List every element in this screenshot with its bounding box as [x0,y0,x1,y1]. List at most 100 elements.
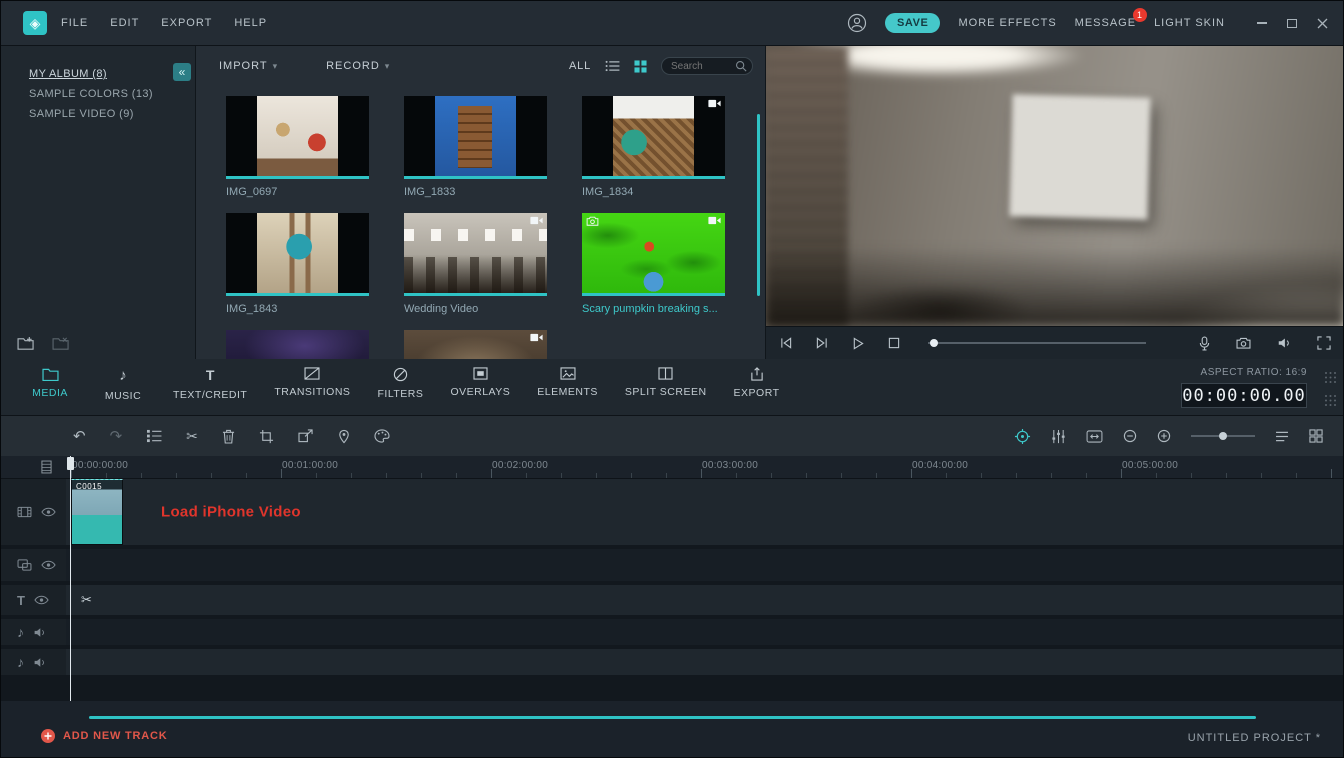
stop-button[interactable] [888,337,900,349]
menu-help[interactable]: HELP [234,17,267,29]
timeline-ruler[interactable]: 00:00:00:00 00:01:00:00 00:02:00:00 00:0… [1,456,1343,479]
media-thumbnail [582,213,725,293]
menu-edit[interactable]: EDIT [110,17,139,29]
media-item[interactable]: IMG_1843 [226,213,369,315]
minimize-icon [1257,22,1267,24]
overlays-icon [473,367,488,380]
menu-export[interactable]: EXPORT [161,17,212,29]
split-scissors-icon[interactable]: ✂ [186,429,198,443]
music-track-2-lane[interactable] [66,649,1343,675]
media-item[interactable]: IMG_0697 [226,96,369,198]
tab-transitions[interactable]: TRANSITIONS [274,367,350,398]
tab-elements[interactable]: ELEMENTS [537,367,598,398]
playhead-handle[interactable] [67,457,74,470]
play-button[interactable] [852,336,864,350]
tab-filters[interactable]: FILTERS [377,367,423,400]
media-item[interactable]: Scary pumpkin breaking s... [582,213,725,315]
previous-frame-button[interactable] [780,337,792,349]
chevron-down-icon: ▾ [272,60,279,71]
tab-export[interactable]: EXPORT [734,367,780,399]
account-icon[interactable] [847,13,867,33]
add-folder-icon[interactable] [17,336,36,351]
transitions-icon [304,367,320,380]
list-view-icon[interactable] [605,60,620,72]
delete-folder-icon[interactable] [52,336,71,351]
eye-icon[interactable] [34,595,49,605]
tab-label: MUSIC [104,390,142,402]
crop-icon[interactable] [259,429,274,444]
tab-split-screen[interactable]: SPLIT SCREEN [625,367,707,398]
media-item[interactable] [226,330,369,359]
speaker-icon[interactable] [33,627,46,638]
media-item[interactable]: IMG_1833 [404,96,547,198]
next-frame-button[interactable] [816,337,828,349]
tab-music[interactable]: ♪ MUSIC [100,367,146,402]
delete-trash-icon[interactable] [222,429,235,444]
timeline-horizontal-scrollbar[interactable] [89,716,1256,719]
tab-label: FILTERS [377,388,424,400]
media-item[interactable]: Wedding Video [404,213,547,315]
track-height-icon[interactable] [41,460,52,474]
maximize-button[interactable] [1283,14,1301,32]
redo-button[interactable]: ↷ [110,429,123,444]
audio-mixer-icon[interactable] [1051,429,1066,444]
collapse-sidebar-button[interactable]: « [173,63,191,81]
panel-grip[interactable] [1324,371,1337,407]
music-track-1-lane[interactable] [66,619,1343,645]
close-button[interactable] [1313,14,1331,32]
zoom-out-icon[interactable] [1123,429,1137,443]
sidebar-item-sample-video[interactable]: SAMPLE VIDEO (9) [1,104,195,124]
undo-button[interactable]: ↶ [73,429,86,444]
manage-tracks-icon[interactable] [146,429,162,443]
speaker-icon[interactable] [33,657,46,668]
video-track-1-lane[interactable]: C0015 Load iPhone Video [66,479,1343,545]
tab-overlays[interactable]: OVERLAYS [450,367,510,398]
aspect-ratio-label: ASPECT RATIO: 16:9 [1200,367,1307,378]
media-item[interactable] [404,330,547,359]
timeline-zoom-slider[interactable] [1191,432,1255,440]
light-skin-button[interactable]: LIGHT SKIN [1154,17,1225,29]
playhead[interactable] [67,456,74,701]
menu-file[interactable]: FILE [61,17,88,29]
media-item[interactable]: IMG_1834 [582,96,725,198]
timeline-clip[interactable]: C0015 [71,479,123,545]
zoom-to-fit-icon[interactable] [1086,429,1103,443]
more-effects-button[interactable]: MORE EFFECTS [958,17,1056,29]
project-name: UNTITLED PROJECT * [1187,732,1321,744]
record-dropdown[interactable]: RECORD ▾ [326,60,390,72]
motion-tracking-icon[interactable] [1014,428,1031,445]
snapshot-camera-icon[interactable] [1236,337,1251,349]
media-thumbnail [582,96,725,176]
sidebar-item-sample-colors[interactable]: SAMPLE COLORS (13) [1,84,195,104]
seek-handle[interactable] [930,339,938,347]
video-camera-icon [708,216,721,225]
library-scrollbar[interactable] [757,114,760,296]
minimize-button[interactable] [1253,14,1271,32]
layout-grid-icon[interactable] [1309,429,1323,443]
sidebar-item-my-album[interactable]: MY ALBUM (8) [1,64,195,84]
text-track-lane[interactable]: ✂ [66,585,1343,615]
add-new-track-button[interactable]: ADD NEW TRACK [41,729,168,743]
video-track-2-lane[interactable] [66,549,1343,581]
color-palette-icon[interactable] [374,429,390,443]
seek-slider[interactable] [928,339,1146,347]
save-button[interactable]: SAVE [884,13,941,33]
zoom-in-icon[interactable] [1157,429,1171,443]
eye-icon[interactable] [41,560,56,570]
volume-icon[interactable] [1277,337,1291,349]
media-item-label: Wedding Video [404,303,479,315]
media-item-label: Scary pumpkin breaking s... [582,303,718,315]
message-button[interactable]: MESSAGE 1 [1075,8,1148,29]
frame-export-icon[interactable] [298,429,314,443]
filter-all-dropdown[interactable]: ALL [569,60,591,72]
marker-pin-icon[interactable] [338,429,350,444]
tab-text-credit[interactable]: T TEXT/CREDIT [173,367,247,401]
tab-media[interactable]: MEDIA [27,367,73,399]
zoom-slider-handle[interactable] [1219,432,1227,440]
fullscreen-icon[interactable] [1317,336,1331,350]
microphone-icon[interactable] [1199,336,1210,351]
shortcut-list-icon[interactable] [1275,431,1289,442]
grid-view-icon[interactable] [634,59,647,73]
eye-icon[interactable] [41,507,56,517]
import-dropdown[interactable]: IMPORT ▾ [219,60,278,72]
